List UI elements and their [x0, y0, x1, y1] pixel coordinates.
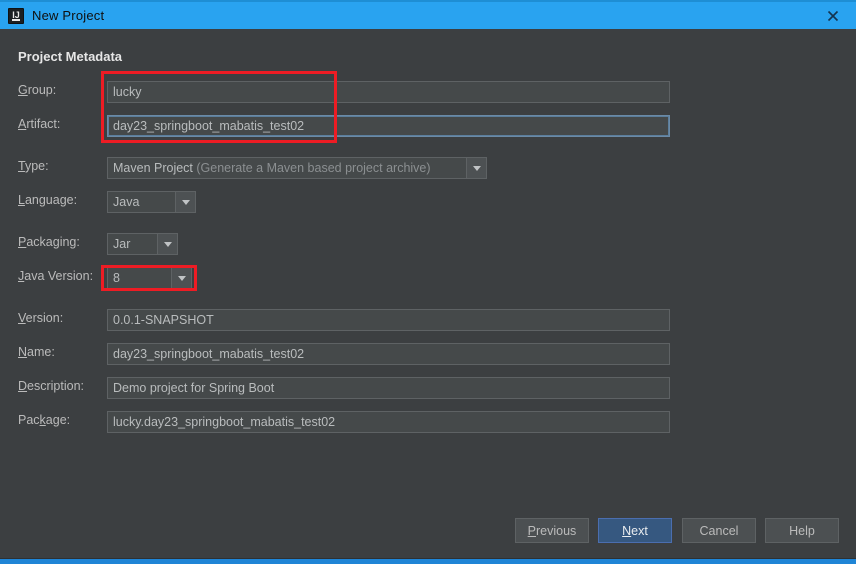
field-row-package: Package: lucky.day23_springboot_mabatis_…: [0, 411, 856, 433]
window-titlebar: New Project: [0, 0, 856, 29]
field-row-artifact: Artifact: day23_springboot_mabatis_test0…: [0, 115, 856, 137]
type-value-text: Maven Project: [113, 161, 193, 175]
language-label: Language:: [18, 193, 78, 207]
next-button[interactable]: Next: [598, 518, 672, 543]
type-value-hint: (Generate a Maven based project archive): [196, 161, 431, 175]
field-row-group: Group: lucky: [0, 81, 856, 103]
packaging-combobox[interactable]: Jar: [107, 233, 178, 255]
field-row-version: Version: 0.0.1-SNAPSHOT: [0, 309, 856, 331]
name-input[interactable]: day23_springboot_mabatis_test02: [107, 343, 670, 365]
packaging-combobox-value: Jar: [113, 237, 131, 251]
help-button-label: Help: [789, 523, 815, 538]
description-label: Description:: [18, 379, 85, 393]
version-label: Version:: [18, 311, 64, 325]
package-input[interactable]: lucky.day23_springboot_mabatis_test02: [107, 411, 670, 433]
cancel-button-label: Cancel: [699, 523, 739, 538]
packaging-label: Packaging:: [18, 235, 80, 249]
chevron-down-icon[interactable]: [157, 234, 177, 254]
field-row-packaging: Packaging: Jar: [0, 233, 856, 255]
previous-button[interactable]: Previous: [515, 518, 589, 543]
field-row-name: Name: day23_springboot_mabatis_test02: [0, 343, 856, 365]
new-project-dialog: Project Metadata Group: lucky Artifact: …: [0, 29, 856, 558]
name-label: Name:: [18, 345, 55, 359]
page-title: Project Metadata: [18, 49, 123, 64]
type-combobox[interactable]: Maven Project (Generate a Maven based pr…: [107, 157, 487, 179]
type-label: Type:: [18, 159, 49, 173]
language-combobox-value: Java: [113, 195, 140, 209]
artifact-label: Artifact:: [18, 117, 61, 131]
type-combobox-value: Maven Project (Generate a Maven based pr…: [108, 158, 466, 178]
language-combobox[interactable]: Java: [107, 191, 196, 213]
chevron-down-icon[interactable]: [175, 192, 195, 212]
close-icon[interactable]: [810, 2, 856, 29]
intellij-idea-icon: [8, 7, 24, 24]
description-input[interactable]: Demo project for Spring Boot: [107, 377, 670, 399]
package-label: Package:: [18, 413, 71, 427]
window-title: New Project: [32, 8, 105, 23]
next-button-label: Next: [622, 523, 648, 538]
field-row-language: Language: Java: [0, 191, 856, 213]
dialog-button-bar: Previous Next Cancel Help: [0, 504, 856, 558]
help-button[interactable]: Help: [765, 518, 839, 543]
artifact-input[interactable]: day23_springboot_mabatis_test02: [107, 115, 670, 137]
field-row-java-version: Java Version: 8: [0, 267, 856, 289]
java-version-combobox-value: 8: [113, 271, 120, 285]
java-version-label: Java Version:: [18, 269, 94, 283]
chevron-down-icon[interactable]: [171, 268, 191, 288]
field-row-type: Type: Maven Project (Generate a Maven ba…: [0, 157, 856, 179]
cancel-button[interactable]: Cancel: [682, 518, 756, 543]
chevron-down-icon[interactable]: [466, 158, 486, 178]
version-input[interactable]: 0.0.1-SNAPSHOT: [107, 309, 670, 331]
group-label: Group:: [18, 83, 57, 97]
field-row-description: Description: Demo project for Spring Boo…: [0, 377, 856, 399]
group-input[interactable]: lucky: [107, 81, 670, 103]
java-version-combobox[interactable]: 8: [107, 267, 192, 289]
desktop-taskbar-edge: [0, 558, 856, 564]
previous-button-label: Previous: [527, 523, 577, 538]
